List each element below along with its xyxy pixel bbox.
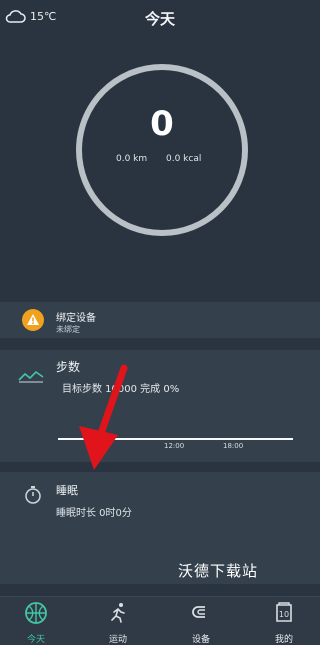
nav-item-today[interactable]: 今天: [6, 601, 66, 645]
steps-trend-icon: [18, 370, 44, 383]
watermark-text: 沃德下载站: [178, 562, 259, 580]
bind-device-status: 未绑定: [56, 325, 80, 334]
nav-label: 我的: [274, 635, 293, 645]
distance-text: 0.0 km: [116, 154, 148, 164]
bottom-navigation: 今天 运动 设备 10 我的: [0, 596, 320, 645]
calories-text: 0.0 kcal: [166, 154, 202, 164]
nav-label: 今天: [26, 635, 45, 645]
header: 15℃ 今天: [0, 0, 320, 36]
nav-item-device[interactable]: 设备: [171, 601, 231, 645]
nav-item-profile[interactable]: 10 我的: [254, 601, 314, 645]
basketball-icon: [25, 602, 47, 624]
tick-label: 18:00: [223, 442, 244, 450]
warning-icon: [22, 309, 44, 331]
stopwatch-icon: [25, 486, 41, 504]
page-title: 今天: [144, 10, 175, 28]
profile-icon: 10: [276, 602, 292, 622]
steps-title: 步数: [56, 360, 81, 374]
device-icon: [192, 606, 205, 618]
bind-device-title: 绑定设备: [56, 313, 96, 324]
steps-goal-text: 目标步数 10000 完成 0%: [62, 384, 180, 395]
bind-device-card[interactable]: 绑定设备 未绑定: [0, 302, 320, 338]
nav-item-exercise[interactable]: 运动: [88, 601, 148, 645]
activity-ring[interactable]: 0 0.0 km 0.0 kcal: [76, 64, 248, 236]
sleep-title: 睡眠: [56, 484, 78, 497]
run-icon: [111, 603, 125, 623]
steps-timeline-axis: [58, 438, 293, 440]
profile-badge: 10: [279, 610, 289, 619]
progress-ring: [76, 64, 248, 236]
nav-label: 运动: [108, 635, 127, 645]
nav-label: 设备: [191, 635, 210, 645]
sleep-card[interactable]: 睡眠 睡眠时长 0时0分: [0, 472, 320, 584]
tick-label: 12:00: [164, 442, 185, 450]
steps-card[interactable]: 步数 目标步数 10000 完成 0% 12:00 18:00: [0, 350, 320, 462]
sleep-duration-text: 睡眠时长 0时0分: [56, 508, 132, 519]
ring-value: 0: [150, 104, 174, 144]
